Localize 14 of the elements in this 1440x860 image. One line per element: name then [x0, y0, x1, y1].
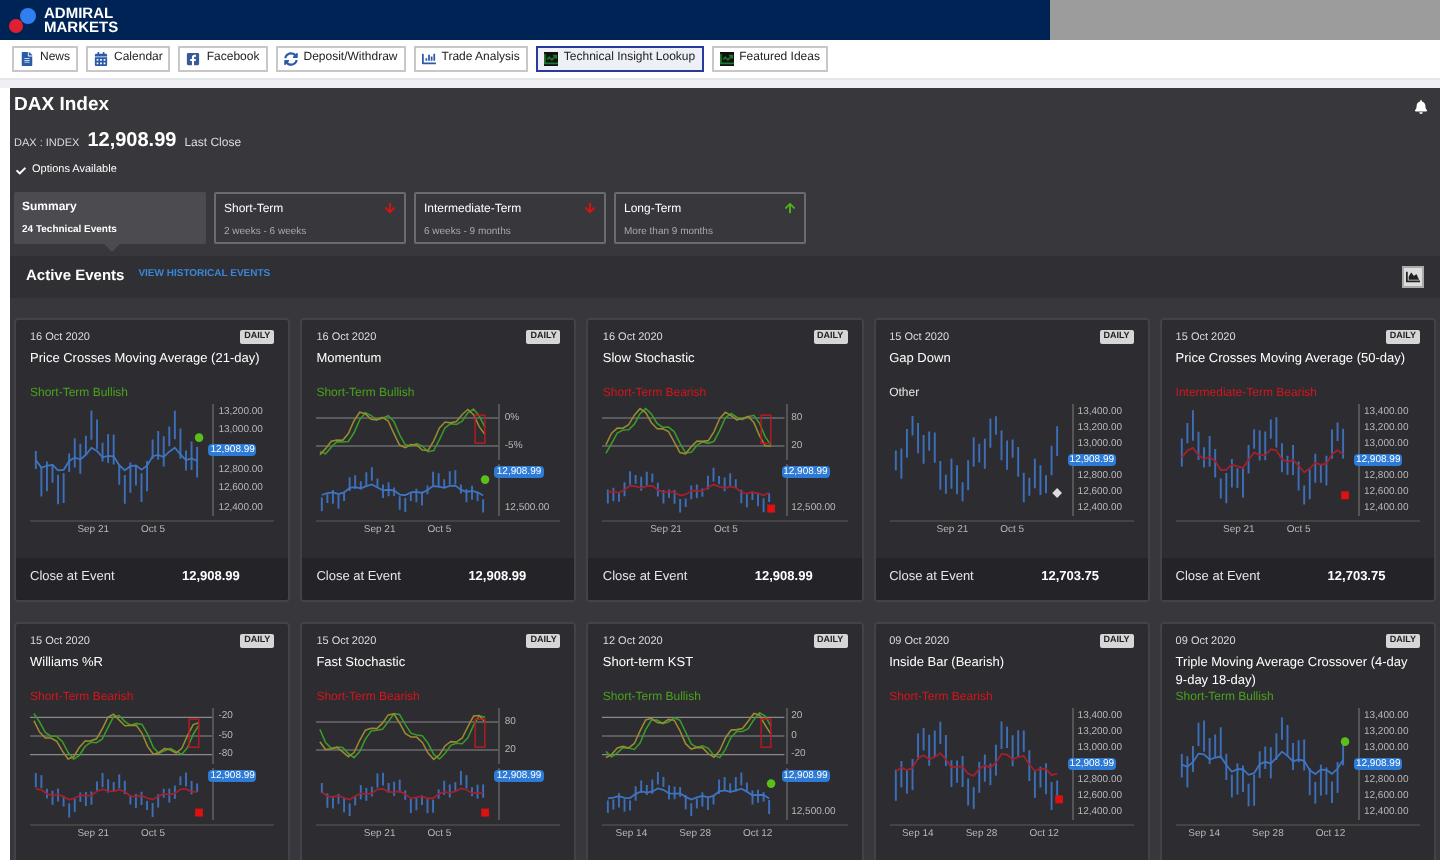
area-chart-icon: [1406, 269, 1420, 283]
line-chart-icon: [719, 52, 734, 66]
document-icon: [20, 52, 34, 66]
chart-view-button[interactable]: [1402, 265, 1424, 287]
calendar-icon: [94, 52, 109, 66]
bar-chart-icon: [421, 52, 436, 66]
instrument-title: DAX Index: [14, 92, 110, 120]
refresh-icon: [283, 52, 298, 66]
facebook-icon: [186, 52, 201, 66]
bell-icon[interactable]: [1414, 99, 1428, 114]
line-chart-icon: [543, 52, 558, 66]
last-price: 12,908.99: [87, 128, 177, 157]
logo-dots-icon: [8, 6, 38, 34]
check-icon: [16, 165, 26, 176]
